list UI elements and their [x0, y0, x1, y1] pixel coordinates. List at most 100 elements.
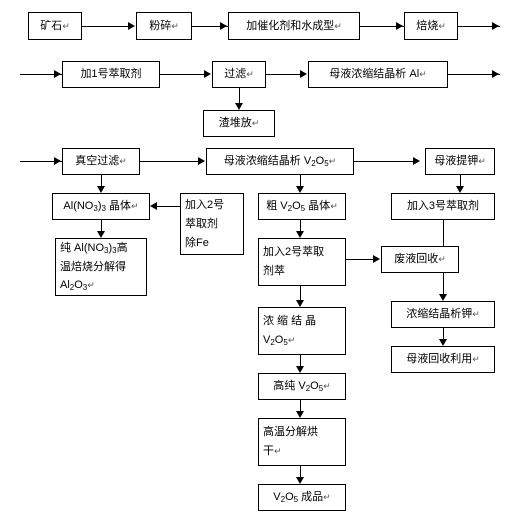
node-extractant2-line2: 剂萃: [263, 265, 285, 277]
pilcrow-mark: ↵: [246, 69, 254, 79]
arrowhead-row2-entry: [54, 70, 61, 78]
node-extractant2-fe: 加入2号 萃取剂 除Fe: [180, 193, 244, 255]
node-high-purity-v2o5-label: 高纯 V2O5: [273, 380, 324, 393]
arrowhead-decompose-to-product: [296, 477, 304, 484]
node-waste-recovery-label: 废液回收: [394, 253, 439, 265]
pilcrow-mark: ↵: [323, 381, 331, 391]
arrowhead-crystallize-v-to-crude: [296, 186, 304, 193]
arrowhead-crude-to-extractant2: [296, 231, 304, 238]
pilcrow-mark: ↵: [171, 20, 179, 31]
arrowhead-crush-to-forming: [220, 22, 227, 30]
node-crush: 粉碎 ↵: [136, 12, 192, 40]
arrowhead-concentrate-to-high-purity: [296, 366, 304, 373]
arrowhead-filter-to-crystallize-al: [300, 70, 307, 78]
node-crystallize-v2o5: 母液浓缩结晶析 V2O5 ↵: [206, 148, 354, 175]
edge-filter-to-crystallize-al: [266, 74, 304, 75]
node-extractant1-label: 加1号萃取剂: [80, 68, 142, 80]
node-crude-v2o5-label: 粗 V2O5 晶体: [266, 200, 331, 213]
node-slag: 渣堆放 ↵: [203, 110, 275, 137]
arrowhead-extractant2-to-waste: [373, 255, 380, 263]
pilcrow-mark: ↵: [323, 492, 331, 502]
pilcrow-mark: ↵: [131, 201, 139, 211]
node-catalyst-forming-label: 加催化剂和水成型: [246, 19, 335, 32]
pilcrow-mark: ↵: [328, 156, 337, 166]
node-crystallize-k: 浓缩结晶析钾 ↵: [391, 301, 495, 328]
node-catalyst-forming: 加催化剂和水成型 ↵: [228, 12, 360, 40]
edge-crystallize-v-to-potassium: [354, 161, 417, 162]
flowchart-canvas: 矿石 ↵ 粉碎 ↵ 加催化剂和水成型 ↵ 焙烧 ↵ 加1号萃取剂 过滤 ↵ 母液浓缩结晶析…: [0, 0, 519, 522]
node-filter: 过滤 ↵: [212, 61, 266, 88]
node-pure-al: 纯 Al(NO3)3高 温焙烧分解得 Al2O3↵: [55, 238, 147, 296]
arrowhead-roast-exit: [492, 22, 499, 30]
node-high-purity-v2o5: 高纯 V2O5 ↵: [258, 373, 346, 400]
arrowhead-row3-entry: [54, 157, 61, 165]
node-extractant2-line1: 加入2号萃取: [263, 246, 325, 258]
arrowhead-ore-to-crush: [128, 22, 135, 30]
node-al-crystal: Al(NO3)3 晶体 ↵: [52, 193, 150, 220]
node-roast-label: 焙烧: [416, 19, 439, 32]
pilcrow-mark: ↵: [62, 20, 70, 31]
pilcrow-mark: ↵: [119, 156, 127, 166]
node-potassium: 母液提钾 ↵: [425, 148, 495, 175]
node-product: V2O5 成品 ↵: [258, 484, 346, 511]
node-decompose-dry-line1: 高温分解烘: [263, 426, 318, 438]
pilcrow-mark: ↵: [419, 69, 427, 79]
node-crude-v2o5: 粗 V2O5 晶体 ↵: [258, 193, 346, 220]
arrowhead-extractant3-to-crystallize-k: [439, 294, 447, 301]
arrowhead-potassium-to-extractant3: [456, 186, 464, 193]
arrowhead-vacuum-to-crystallize-v: [198, 157, 205, 165]
pilcrow-mark: ↵: [438, 20, 446, 31]
node-vacuum-filter-label: 真空过滤: [75, 155, 120, 167]
arrowhead-crystallize-v-to-potassium: [413, 157, 420, 165]
pilcrow-mark: ↵: [334, 20, 342, 31]
node-extractant2-fe-line2: 萃取剂: [185, 217, 218, 230]
node-concentrate-crystal-line2: V2O5↵: [263, 334, 296, 347]
node-al-crystal-label: Al(NO3)3 晶体: [63, 200, 132, 213]
node-roast: 焙烧 ↵: [404, 12, 458, 40]
node-mother-liquor-reuse-label: 母液回收利用: [406, 353, 473, 365]
arrowhead-crystallize-al-exit: [492, 70, 499, 78]
pilcrow-mark: ↵: [472, 354, 480, 364]
node-potassium-label: 母液提钾: [434, 155, 479, 167]
node-crystallize-al-label: 母液浓缩结晶析 Al: [329, 68, 420, 80]
node-crush-label: 粉碎: [149, 19, 172, 32]
edge-extractant2fe-to-al-crystal: [157, 206, 180, 207]
arrowhead-extractant2fe-to-al-crystal: [150, 202, 157, 210]
node-decompose-dry: 高温分解烘 干↵: [258, 418, 346, 466]
node-concentrate-crystal: 浓 缩 结 晶 V2O5↵: [258, 307, 346, 355]
node-slag-label: 渣堆放: [218, 117, 252, 129]
node-crystallize-al: 母液浓缩结晶析 Al ↵: [308, 61, 448, 88]
node-pure-al-line2: 温焙烧分解得: [60, 261, 126, 273]
node-filter-label: 过滤: [224, 68, 247, 80]
node-decompose-dry-line2: 干↵: [263, 445, 282, 457]
node-extractant2-fe-line3: 除Fe: [185, 236, 209, 249]
node-vacuum-filter: 真空过滤 ↵: [62, 148, 140, 175]
node-concentrate-crystal-line1: 浓 缩 结 晶: [263, 315, 317, 327]
node-extractant2: 加入2号萃取 剂萃: [258, 238, 346, 286]
arrowhead-forming-to-roast: [396, 22, 403, 30]
arrowhead-high-purity-to-decompose: [296, 411, 304, 418]
node-product-label: V2O5 成品: [273, 491, 324, 504]
edge-vacuum-to-crystallize-v: [140, 161, 202, 162]
node-extractant3-label: 加入3号萃取剂: [406, 200, 480, 212]
pilcrow-mark: ↵: [472, 309, 480, 319]
arrowhead-filter-to-slag: [235, 103, 243, 110]
arrowhead-extractant1-to-filter: [204, 70, 211, 78]
node-extractant2-fe-line1: 加入2号: [185, 198, 225, 211]
node-mother-liquor-reuse: 母液回收利用 ↵: [391, 346, 495, 373]
pilcrow-mark: ↵: [438, 254, 446, 264]
arrowhead-al-crystal-to-pure-al: [97, 231, 105, 238]
edge-ore-to-crush: [82, 26, 129, 27]
pilcrow-mark: ↵: [251, 118, 260, 128]
node-extractant1: 加1号萃取剂: [62, 61, 160, 88]
arrowhead-extractant2-to-concentrate: [296, 300, 304, 307]
node-pure-al-line1: 纯 Al(NO3)3高: [60, 242, 128, 255]
node-ore-label: 矿石: [40, 19, 63, 32]
pilcrow-mark: ↵: [330, 201, 338, 211]
node-extractant3: 加入3号萃取剂: [391, 193, 495, 220]
edge-extractant1-to-filter: [160, 74, 208, 75]
node-crystallize-v2o5-label: 母液浓缩结晶析 V2O5: [223, 155, 329, 168]
node-crystallize-k-label: 浓缩结晶析钾: [406, 308, 473, 320]
arrowhead-vacuum-to-al-crystal: [97, 186, 105, 193]
node-pure-al-line3: Al2O3↵: [60, 279, 95, 292]
